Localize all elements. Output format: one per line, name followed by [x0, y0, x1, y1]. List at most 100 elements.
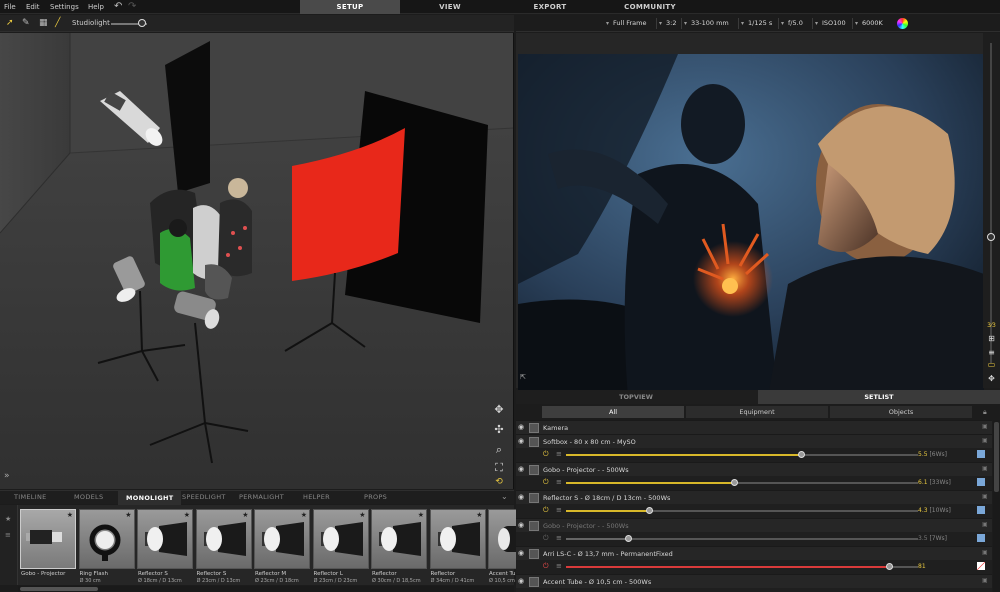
select-arrow-icon[interactable]: ➚	[6, 18, 14, 28]
lock-icon[interactable]: ▣	[982, 577, 988, 584]
power-slider[interactable]	[566, 479, 918, 486]
filter-objects[interactable]: Objects	[830, 406, 972, 418]
tab-helper[interactable]: HELPER	[303, 493, 330, 501]
light-menu-icon[interactable]: ≡	[556, 534, 562, 542]
power-slider-knob[interactable]	[885, 563, 893, 570]
menu-edit[interactable]: Edit	[26, 3, 40, 11]
light-menu-icon[interactable]: ≡	[556, 478, 562, 486]
tab-community[interactable]: COMMUNITY	[600, 0, 700, 14]
lens-select[interactable]: ▾ 33-100 mm	[684, 19, 729, 27]
setlist-item-row[interactable]: ◉ Gobo - Projector - - 500Ws ▣	[516, 462, 992, 476]
white-balance-select[interactable]: ▾ 6000K	[855, 19, 883, 27]
line-icon[interactable]: ╱	[55, 18, 60, 28]
library-scrollbar-thumb[interactable]	[20, 587, 98, 591]
sensor-select[interactable]: ▾ Full Frame	[606, 19, 646, 27]
setlist-item-row[interactable]: ◉ Reflector S - Ø 18cm / D 13cm - 500Ws ▣	[516, 490, 992, 504]
light-menu-icon[interactable]: ≡	[556, 450, 562, 458]
library-item[interactable]: ★ Reflector SØ 23cm / D 13cm	[195, 509, 252, 585]
zoom-icon[interactable]: ⌕	[492, 443, 506, 457]
tab-topview[interactable]: TOPVIEW	[516, 390, 756, 404]
tab-props[interactable]: PROPS	[364, 493, 387, 501]
tab-permalight[interactable]: PERMALIGHT	[239, 493, 284, 501]
power-toggle-icon[interactable]: ⏻	[543, 534, 549, 543]
setlist-item-row[interactable]: ◉ Gobo - Projector - - 500Ws ▣	[516, 518, 992, 532]
tab-view[interactable]: VIEW	[400, 0, 500, 14]
library-item[interactable]: ★ Reflector Ø 34cm / D 41cm	[429, 509, 486, 585]
power-toggle-icon[interactable]: ⏻	[543, 562, 549, 571]
tab-speedlight[interactable]: SPEEDLIGHT	[182, 493, 226, 501]
list-filter-icon[interactable]: ≡	[5, 531, 11, 539]
visibility-eye-icon[interactable]: ◉	[518, 465, 524, 473]
favorite-star-icon[interactable]: ★	[301, 511, 307, 519]
library-item[interactable]: ★ Reflector Ø 30cm / D 18,5cm	[371, 509, 427, 585]
light-menu-icon[interactable]: ≡	[556, 506, 562, 514]
power-slider[interactable]	[566, 563, 918, 570]
lock-icon[interactable]: 🔒︎	[983, 408, 987, 417]
lock-icon[interactable]: ▣	[982, 549, 988, 556]
lock-icon[interactable]: ▣	[982, 423, 988, 430]
favorite-star-icon[interactable]: ★	[476, 511, 482, 519]
setlist-scrollbar[interactable]	[993, 420, 1000, 592]
power-slider[interactable]	[566, 507, 918, 514]
visibility-eye-icon[interactable]: ◉	[518, 549, 524, 557]
lock-icon[interactable]: ▣	[982, 465, 988, 472]
tab-timeline[interactable]: TIMELINE	[14, 493, 47, 501]
tab-setup[interactable]: SETUP	[300, 0, 400, 14]
power-slider[interactable]	[566, 535, 918, 542]
camera-preview-image[interactable]	[518, 54, 984, 397]
power-slider-knob[interactable]	[625, 535, 633, 542]
tab-setlist[interactable]: SETLIST	[758, 390, 1000, 404]
measure-icon[interactable]: ✎	[22, 18, 30, 28]
split-view-icon[interactable]: ⊞	[986, 334, 997, 343]
filter-all[interactable]: All	[542, 406, 684, 418]
light-color-swatch[interactable]	[977, 478, 985, 486]
menu-settings[interactable]: Settings	[50, 3, 79, 11]
light-color-swatch[interactable]	[977, 534, 985, 542]
setlist-camera-row[interactable]: ◉ Kamera ▣	[516, 420, 992, 434]
iso-select[interactable]: ▾ ISO100	[815, 19, 846, 27]
visibility-eye-icon[interactable]: ◉	[518, 423, 524, 431]
library-item[interactable]: ★ Reflector SØ 18cm / D 13cm	[137, 509, 193, 585]
library-item[interactable]: ★ Reflector MØ 23cm / D 18cm	[254, 509, 310, 585]
tab-monolight[interactable]: MONOLIGHT	[118, 491, 182, 505]
pan-icon[interactable]: ✣	[492, 423, 506, 436]
undo-icon[interactable]: ↶	[114, 1, 122, 12]
favorite-star-icon[interactable]: ★	[359, 511, 365, 519]
redo-icon[interactable]: ↷	[128, 1, 136, 12]
power-slider-knob[interactable]	[730, 479, 738, 486]
lock-icon[interactable]: ▣	[982, 437, 988, 444]
studio-3d-viewport[interactable]: ✥ ✣ ⌕ ⛶ ⟲ »	[0, 33, 514, 489]
visibility-eye-icon[interactable]: ◉	[518, 577, 524, 585]
light-color-swatch[interactable]	[977, 450, 985, 458]
light-color-swatch[interactable]	[977, 506, 985, 514]
grid-icon[interactable]: ▦	[39, 18, 48, 28]
favorite-star-icon[interactable]: ★	[67, 511, 73, 519]
library-item[interactable]: ★ Gobo - Projector	[20, 509, 76, 585]
color-wheel-icon[interactable]	[897, 18, 908, 29]
favorite-star-icon[interactable]: ★	[242, 511, 248, 519]
aperture-select[interactable]: ▾ f/5.0	[781, 19, 803, 27]
studiolight-slider-knob[interactable]	[137, 19, 146, 27]
preview-settings-icon[interactable]: ⇱	[520, 373, 526, 381]
light-menu-icon[interactable]: ≡	[556, 562, 562, 570]
visibility-eye-icon[interactable]: ◉	[518, 493, 524, 501]
fit-view-icon[interactable]: ⛶	[492, 461, 506, 475]
favorite-star-icon[interactable]: ★	[125, 511, 131, 519]
visibility-eye-icon[interactable]: ◉	[518, 437, 524, 445]
light-meter-icon[interactable]: ✥	[986, 374, 997, 383]
menu-file[interactable]: File	[4, 3, 16, 11]
setlist-item-row[interactable]: ◉ Arri LS-C - Ø 13,7 mm - PermanentFixed ▣	[516, 546, 992, 560]
preview-zoom-slider-knob[interactable]	[987, 233, 995, 241]
favorite-star-icon[interactable]: ★	[184, 511, 190, 519]
setlist-item-row[interactable]: ◉ Softbox - 80 x 80 cm - MySO ▣	[516, 434, 992, 448]
menu-help[interactable]: Help	[88, 3, 104, 11]
grid-overlay-icon[interactable]: 3⁄3	[986, 322, 997, 329]
lock-icon[interactable]: ▣	[982, 493, 988, 500]
library-scrollbar[interactable]	[18, 586, 514, 592]
library-item[interactable]: ★ Reflector LØ 23cm / D 23cm	[312, 509, 369, 585]
power-toggle-icon[interactable]: ⏻	[543, 478, 549, 487]
setlist-item-row[interactable]: ◉ Accent Tube - Ø 10,5 cm - 500Ws ▣	[516, 574, 992, 588]
visibility-eye-icon[interactable]: ◉	[518, 521, 524, 529]
power-toggle-icon[interactable]: ⏻	[543, 450, 549, 459]
collapse-library-icon[interactable]: ⌄	[501, 492, 508, 501]
